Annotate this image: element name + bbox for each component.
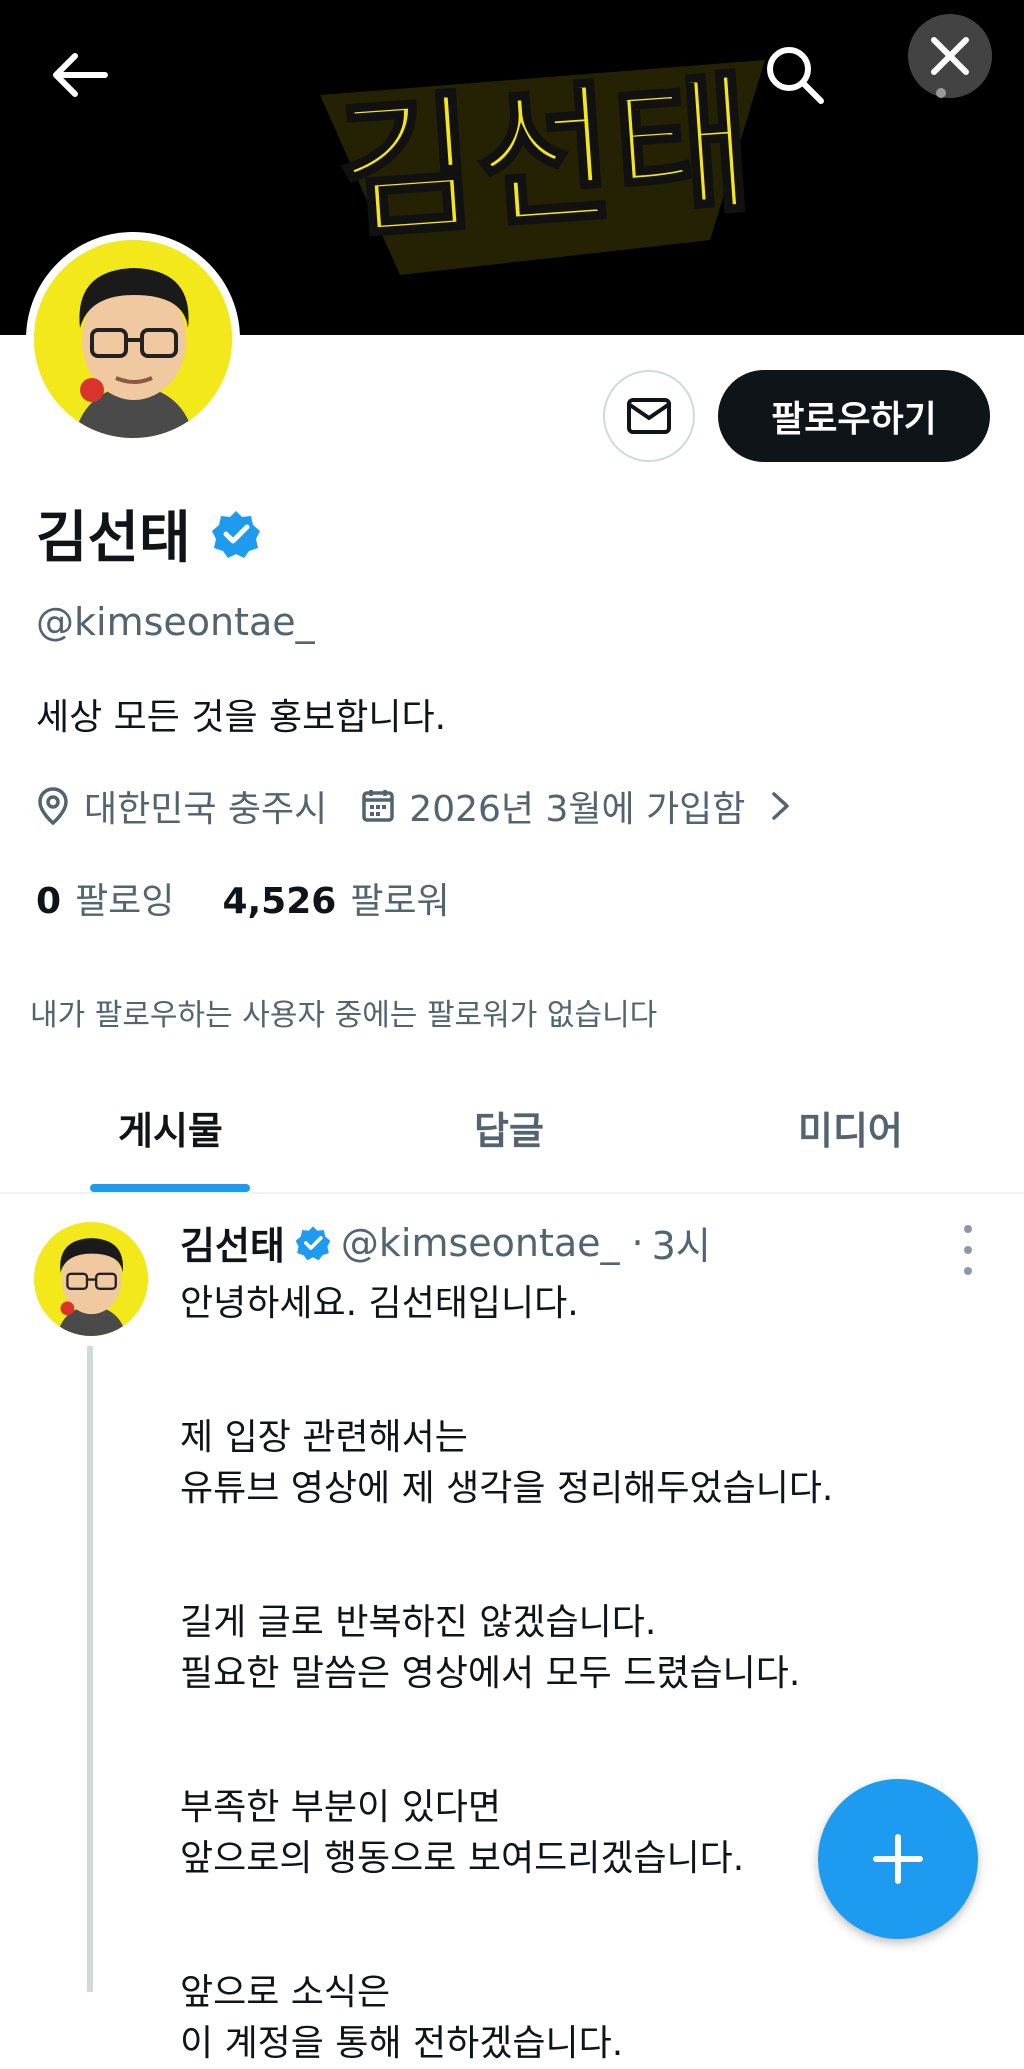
post-timestamp[interactable]: 3시 — [652, 1215, 711, 1270]
post-header: 김선태 @kimseontae_ · 3시 — [180, 1215, 711, 1270]
mail-icon — [627, 398, 671, 434]
post-author-name[interactable]: 김선태 — [180, 1215, 285, 1270]
close-icon — [931, 37, 969, 75]
post-avatar-illustration — [34, 1222, 148, 1336]
post-line: 유튜브 영상에 제 생각을 정리해두었습니다. — [180, 1468, 834, 1509]
banner-logo-text: 김선태 — [332, 58, 757, 260]
profile-meta[interactable]: 대한민국 충주시 2026년 3월에 가입함 — [36, 780, 793, 832]
post-line: 제 입장 관련해서는 — [180, 1417, 468, 1458]
post-body[interactable]: 안녕하세요. 김선태입니다. 제 입장 관련해서는 유튜브 영상에 제 생각을 … — [180, 1278, 960, 2069]
verified-badge-icon — [295, 1225, 331, 1260]
profile-joined: 2026년 3월에 가입함 — [409, 789, 746, 830]
post-line: 필요한 말씀은 영상에서 모두 드렸습니다. — [180, 1653, 801, 1694]
chevron-right-icon[interactable] — [769, 789, 793, 823]
followers-link[interactable]: 4,526 팔로워 — [222, 872, 449, 924]
active-tab-indicator — [90, 1184, 250, 1192]
avatar-image — [34, 240, 232, 438]
post-line: 앞으로 소식은 — [180, 1972, 391, 2013]
following-link[interactable]: 0 팔로잉 — [36, 872, 174, 924]
location-icon — [38, 787, 68, 826]
close-button[interactable] — [908, 14, 992, 98]
arrow-left-icon — [53, 53, 108, 97]
profile-stats: 0 팔로잉 4,526 팔로워 — [36, 872, 450, 924]
thread-line — [87, 1346, 93, 1992]
follow-button[interactable]: 팔로우하기 — [718, 370, 990, 462]
search-icon — [767, 47, 824, 104]
followers-label: 팔로워 — [350, 881, 450, 922]
tab-media[interactable]: 미디어 — [798, 1100, 903, 1155]
post-avatar[interactable] — [34, 1222, 148, 1336]
more-dot — [964, 1225, 972, 1233]
post-line: 길게 글로 반복하진 않겠습니다. — [180, 1602, 657, 1643]
avatar-illustration — [34, 240, 232, 438]
post-separator: · — [631, 1220, 644, 1265]
profile-bio: 세상 모든 것을 홍보합니다. — [36, 697, 447, 738]
tab-posts[interactable]: 게시물 — [118, 1100, 223, 1155]
message-button[interactable] — [603, 370, 695, 462]
indicator-dot — [936, 88, 946, 98]
compose-button[interactable] — [818, 1779, 978, 1939]
followers-you-know-note: 내가 팔로우하는 사용자 중에는 팔로워가 없습니다 — [30, 998, 658, 1033]
plus-icon — [873, 1834, 923, 1884]
more-dot — [964, 1246, 972, 1254]
following-label: 팔로잉 — [75, 881, 175, 922]
post-author-handle[interactable]: @kimseontae_ — [341, 1221, 620, 1265]
post-line: 안녕하세요. 김선태입니다. — [180, 1283, 579, 1324]
verified-badge-icon — [211, 510, 260, 558]
profile-avatar[interactable] — [26, 232, 240, 446]
profile-tabs: 게시물 답글 미디어 — [0, 1070, 1024, 1194]
search-button[interactable] — [755, 35, 835, 115]
banner-logo: 김선태 — [320, 56, 765, 275]
following-count: 0 — [36, 881, 62, 922]
profile-location: 대한민국 충주시 — [84, 789, 328, 830]
profile-handle: @kimseontae_ — [36, 600, 315, 644]
back-button[interactable] — [40, 40, 120, 110]
calendar-icon — [362, 790, 395, 822]
followers-count: 4,526 — [222, 881, 337, 922]
profile-name-row: 김선태 — [36, 493, 261, 574]
more-dot — [964, 1267, 972, 1275]
post-line: 이 계정을 통해 전하겠습니다. — [180, 2023, 624, 2064]
tab-replies[interactable]: 답글 — [474, 1100, 544, 1155]
post-more-button[interactable] — [948, 1225, 988, 1275]
profile-name: 김선태 — [36, 506, 191, 571]
